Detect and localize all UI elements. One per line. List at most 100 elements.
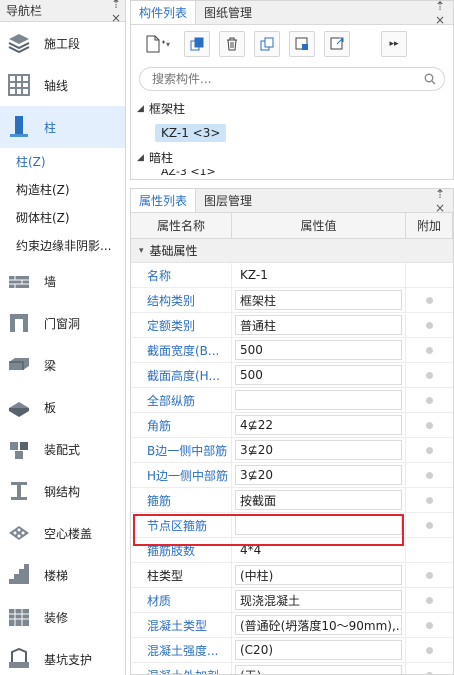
attach-checkbox[interactable] [426, 371, 433, 379]
property-value-field[interactable]: 3⊈20 [235, 440, 402, 460]
nav-group-stair[interactable]: 楼梯 [0, 554, 125, 596]
attach-checkbox[interactable] [426, 421, 433, 429]
property-name[interactable]: 箍筋 [131, 488, 232, 512]
nav-group-prefab[interactable]: 装配式 [0, 428, 125, 470]
property-value-field[interactable]: 500 [235, 340, 402, 360]
property-group-basic[interactable]: ▾ 基础属性 [131, 239, 453, 263]
tab-component-list[interactable]: 构件列表 [131, 1, 197, 24]
property-name[interactable]: B边一侧中部筋 [131, 438, 232, 462]
property-value-cell [232, 388, 406, 412]
nav-sub-item[interactable]: 构造柱(Z) [0, 176, 125, 204]
property-value-field[interactable]: (无) [235, 665, 402, 674]
property-value-field[interactable]: 框架柱 [235, 290, 402, 310]
property-name[interactable]: 柱类型 [131, 563, 232, 587]
property-value-field[interactable] [235, 390, 402, 410]
attach-checkbox[interactable] [426, 321, 433, 329]
pin-close-icon[interactable]: ⇡ × [435, 189, 453, 215]
support-icon [6, 646, 32, 672]
expand-arrow-icon[interactable]: ◢ [137, 153, 149, 163]
property-name[interactable]: 混凝土强度... [131, 638, 232, 662]
attach-checkbox[interactable] [426, 521, 433, 529]
attach-checkbox[interactable] [426, 671, 433, 674]
property-value-field[interactable]: KZ-1 [235, 265, 402, 285]
nav-sub-item[interactable]: 砌体柱(Z) [0, 204, 125, 232]
tree-item-partial[interactable]: AZ-3 <1> [137, 169, 453, 179]
nav-sub-item[interactable]: 柱(Z) [0, 148, 125, 176]
highlight-box [133, 514, 404, 546]
attach-checkbox[interactable] [426, 396, 433, 404]
new-component-button[interactable]: ▾ [139, 31, 175, 57]
tree-item-kz1[interactable]: KZ-1 <3> [137, 120, 453, 146]
attach-checkbox[interactable] [426, 596, 433, 604]
property-value-field[interactable]: (中柱) [235, 565, 402, 585]
attach-checkbox[interactable] [426, 496, 433, 504]
component-search-box[interactable] [139, 67, 445, 91]
attach-checkbox[interactable] [426, 296, 433, 304]
property-value-field[interactable]: 500 [235, 365, 402, 385]
nav-group-label: 空心楼盖 [44, 526, 93, 541]
property-value-field[interactable]: 3⊈20 [235, 465, 402, 485]
tab-layer-management[interactable]: 图层管理 [196, 189, 260, 212]
pin-close-icon[interactable]: ⇡ × [435, 1, 453, 27]
attach-checkbox[interactable] [426, 471, 433, 479]
nav-group-hollow-floor[interactable]: 空心楼盖 [0, 512, 125, 554]
nav-group-label: 墙 [44, 274, 57, 289]
nav-group-beam[interactable]: 梁 [0, 344, 125, 386]
nav-group-door[interactable]: 门窗洞 [0, 302, 125, 344]
property-row: 名称 KZ-1 [131, 263, 453, 288]
attach-checkbox[interactable] [426, 621, 433, 629]
property-name[interactable]: 截面高度(H... [131, 363, 232, 387]
search-input[interactable] [152, 72, 424, 86]
tab-property-list[interactable]: 属性列表 [131, 189, 197, 212]
property-name[interactable]: 定额类别 [131, 313, 232, 337]
nav-group-layers[interactable]: 施工段 [0, 22, 125, 64]
nav-group-wall[interactable]: 墙 [0, 260, 125, 302]
property-name[interactable]: 全部纵筋 [131, 388, 232, 412]
property-value-field[interactable]: 普通柱 [235, 315, 402, 335]
property-value-field[interactable]: (普通砼(坍落度10～90mm),... [235, 615, 402, 635]
property-row: 混凝土外加剂(无) [131, 663, 453, 674]
property-value-cell: 3⊈20 [232, 438, 406, 462]
attach-checkbox[interactable] [426, 646, 433, 654]
nav-group-support[interactable]: 基坑支护 [0, 638, 125, 675]
property-value-field[interactable]: 现浇混凝土 [235, 590, 402, 610]
collapse-arrow-icon[interactable]: ▾ [139, 246, 144, 256]
import-component-button[interactable] [289, 31, 315, 57]
attach-checkbox[interactable] [426, 571, 433, 579]
nav-sub-item[interactable]: 约束边缘非阴影... [0, 232, 125, 260]
nav-group-slab[interactable]: 板 [0, 386, 125, 428]
property-name[interactable]: 名称 [131, 263, 232, 287]
property-name[interactable]: 混凝土外加剂 [131, 663, 232, 674]
nav-group-steel[interactable]: 钢结构 [0, 470, 125, 512]
tree-group-hidden-column[interactable]: ◢ 暗柱 [137, 146, 453, 169]
property-value-field[interactable]: (C20) [235, 640, 402, 660]
property-name[interactable]: H边一侧中部筋 [131, 463, 232, 487]
copy-to-floor-button[interactable] [254, 31, 280, 57]
export-component-button[interactable] [324, 31, 350, 57]
property-name[interactable]: 结构类别 [131, 288, 232, 312]
property-name[interactable]: 角筋 [131, 413, 232, 437]
property-value-field[interactable]: 4⊈22 [235, 415, 402, 435]
tree-item-label[interactable]: KZ-1 <3> [155, 124, 227, 142]
nav-group-column[interactable]: 柱 [0, 106, 125, 148]
copy-component-button[interactable] [184, 31, 210, 57]
tree-group-frame-column[interactable]: ◢ 框架柱 [137, 97, 453, 120]
tree-group-label: 暗柱 [149, 151, 174, 165]
property-value-cell: 普通柱 [232, 313, 406, 337]
property-value-field[interactable]: 按截面 [235, 490, 402, 510]
property-name[interactable]: 材质 [131, 588, 232, 612]
tab-drawing-management[interactable]: 图纸管理 [196, 1, 260, 24]
expand-arrow-icon[interactable]: ◢ [137, 104, 149, 114]
property-name[interactable]: 截面宽度(B... [131, 338, 232, 362]
attach-checkbox[interactable] [426, 346, 433, 354]
more-tools-button[interactable]: ▸▸ [381, 31, 407, 57]
property-name[interactable]: 混凝土类型 [131, 613, 232, 637]
attach-checkbox[interactable] [426, 446, 433, 454]
property-value-cell: 3⊈20 [232, 463, 406, 487]
search-icon[interactable] [424, 73, 436, 85]
dropdown-arrow-icon[interactable]: ▾ [166, 40, 170, 49]
nav-group-grid[interactable]: 轴线 [0, 64, 125, 106]
pin-close-icon[interactable]: ⇡ × [107, 0, 125, 25]
nav-group-decoration[interactable]: 装修 [0, 596, 125, 638]
delete-component-button[interactable] [219, 31, 245, 57]
